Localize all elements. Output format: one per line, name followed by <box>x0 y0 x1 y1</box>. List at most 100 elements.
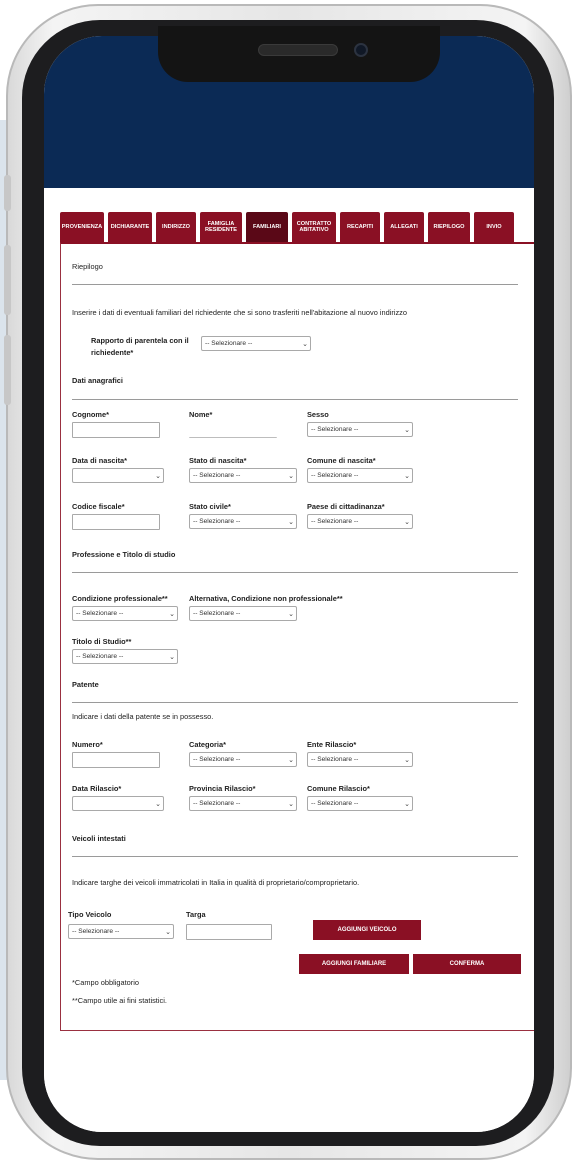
divider <box>72 284 518 285</box>
condizione-non-prof-select-value: -- Selezionare -- <box>193 610 241 617</box>
data-rilascio-select[interactable]: ⌄ <box>72 796 164 811</box>
codice-fiscale-label: Codice fiscale* <box>72 502 125 511</box>
aggiungi-familiare-button[interactable]: AGGIUNGI FAMILIARE <box>299 954 409 974</box>
ente-rilascio-select[interactable]: -- Selezionare -- ⌄ <box>307 752 413 767</box>
condizione-non-prof-select[interactable]: -- Selezionare -- ⌄ <box>189 606 297 621</box>
phone-volume-up-button <box>4 245 11 315</box>
chevron-down-icon: ⌄ <box>288 472 294 480</box>
numero-input[interactable] <box>72 752 160 768</box>
front-camera <box>354 43 368 57</box>
intro-text: Inserire i dati di eventuali familiari d… <box>72 308 407 317</box>
comune-rilascio-label: Comune Rilascio* <box>307 784 370 793</box>
comune-nascita-label: Comune di nascita* <box>307 456 376 465</box>
rapporto-select-value: -- Selezionare -- <box>205 340 253 347</box>
phone-side-button <box>4 175 11 211</box>
tab-riepilogo[interactable]: RIEPILOGO <box>428 212 470 242</box>
divider <box>72 702 518 703</box>
tab-indirizzo[interactable]: INDIRIZZO <box>156 212 196 242</box>
divider <box>72 399 518 400</box>
nome-label: Nome* <box>189 410 213 419</box>
stato-nascita-select-value: -- Selezionare -- <box>193 472 241 479</box>
provincia-rilascio-label: Provincia Rilascio* <box>189 784 256 793</box>
titolo-studio-select[interactable]: -- Selezionare -- ⌄ <box>72 649 178 664</box>
divider <box>72 856 518 857</box>
stato-civile-select[interactable]: -- Selezionare -- ⌄ <box>189 514 297 529</box>
provincia-rilascio-select[interactable]: -- Selezionare -- ⌄ <box>189 796 297 811</box>
section-veicoli-intestati: Veicoli intestati <box>72 834 126 843</box>
section-title-riepilogo: Riepilogo <box>72 262 103 271</box>
note-obbligatorio: *Campo obbligatorio <box>72 978 139 987</box>
chevron-down-icon: ⌄ <box>302 340 308 348</box>
phone-screen: PROVENIENZA DICHIARANTE INDIRIZZO FAMIGL… <box>44 36 534 1132</box>
stato-nascita-select[interactable]: -- Selezionare -- ⌄ <box>189 468 297 483</box>
data-nascita-select[interactable]: ⌄ <box>72 468 164 483</box>
chevron-down-icon: ⌄ <box>155 472 161 480</box>
tab-famiglia-residente[interactable]: FAMIGLIA RESIDENTE <box>200 212 242 242</box>
chevron-down-icon: ⌄ <box>169 610 175 618</box>
sesso-select-value: -- Selezionare -- <box>311 426 359 433</box>
patente-intro: Indicare i dati della patente se in poss… <box>72 712 214 721</box>
chevron-down-icon: ⌄ <box>288 518 294 526</box>
section-dati-anagrafici: Dati anagrafici <box>72 376 123 385</box>
stato-civile-select-value: -- Selezionare -- <box>193 518 241 525</box>
note-statistici: **Campo utile ai fini statistici. <box>72 996 167 1005</box>
tab-dichiarante[interactable]: DICHIARANTE <box>108 212 152 242</box>
tab-allegati[interactable]: ALLEGATI <box>384 212 424 242</box>
ente-rilascio-select-value: -- Selezionare -- <box>311 756 359 763</box>
tab-contratto-abitativo[interactable]: CONTRATTO ABITATIVO <box>292 212 336 242</box>
condizione-non-prof-label: Alternativa, Condizione non professional… <box>189 594 343 603</box>
phone-volume-down-button <box>4 335 11 405</box>
chevron-down-icon: ⌄ <box>404 800 410 808</box>
screen-bottom-area <box>44 1042 534 1132</box>
condizione-prof-select[interactable]: -- Selezionare -- ⌄ <box>72 606 178 621</box>
numero-label: Numero* <box>72 740 103 749</box>
wizard-tabs: PROVENIENZA DICHIARANTE INDIRIZZO FAMIGL… <box>60 212 530 242</box>
section-professione-titolo: Professione e Titolo di studio <box>72 550 176 559</box>
chevron-down-icon: ⌄ <box>169 653 175 661</box>
paese-cittadinanza-select-value: -- Selezionare -- <box>311 518 359 525</box>
rapporto-label: Rapporto di parentela con il <box>91 336 189 345</box>
targa-label: Targa <box>186 910 206 919</box>
chevron-down-icon: ⌄ <box>165 928 171 936</box>
codice-fiscale-input[interactable] <box>72 514 160 530</box>
tab-provenienza[interactable]: PROVENIENZA <box>60 212 104 242</box>
conferma-button[interactable]: CONFERMA <box>413 954 521 974</box>
condizione-prof-select-value: -- Selezionare -- <box>76 610 124 617</box>
chevron-down-icon: ⌄ <box>404 426 410 434</box>
stato-civile-label: Stato civile* <box>189 502 231 511</box>
rapporto-select[interactable]: -- Selezionare -- ⌄ <box>201 336 311 351</box>
chevron-down-icon: ⌄ <box>155 800 161 808</box>
condizione-prof-label: Condizione professionale** <box>72 594 168 603</box>
chevron-down-icon: ⌄ <box>288 610 294 618</box>
sesso-select[interactable]: -- Selezionare -- ⌄ <box>307 422 413 437</box>
targa-input[interactable] <box>186 924 272 940</box>
comune-rilascio-select[interactable]: -- Selezionare -- ⌄ <box>307 796 413 811</box>
comune-nascita-select[interactable]: -- Selezionare -- ⌄ <box>307 468 413 483</box>
tipo-veicolo-select-value: -- Selezionare -- <box>72 928 120 935</box>
data-rilascio-label: Data Rilascio* <box>72 784 122 793</box>
aggiungi-veicolo-button[interactable]: AGGIUNGI VEICOLO <box>313 920 421 940</box>
tab-familiari[interactable]: FAMILIARI <box>246 212 288 242</box>
chevron-down-icon: ⌄ <box>404 472 410 480</box>
chevron-down-icon: ⌄ <box>288 800 294 808</box>
veicoli-intro: Indicare targhe dei veicoli immatricolat… <box>72 878 360 887</box>
categoria-select[interactable]: -- Selezionare -- ⌄ <box>189 752 297 767</box>
categoria-select-value: -- Selezionare -- <box>193 756 241 763</box>
chevron-down-icon: ⌄ <box>288 756 294 764</box>
cognome-input[interactable] <box>72 422 160 438</box>
categoria-label: Categoria* <box>189 740 226 749</box>
paese-cittadinanza-select[interactable]: -- Selezionare -- ⌄ <box>307 514 413 529</box>
tipo-veicolo-label: Tipo Veicolo <box>68 910 112 919</box>
ente-rilascio-label: Ente Rilascio* <box>307 740 357 749</box>
phone-notch <box>158 26 440 82</box>
comune-nascita-select-value: -- Selezionare -- <box>311 472 359 479</box>
familiari-form: Riepilogo Inserire i dati di eventuali f… <box>60 242 534 1031</box>
tab-invio[interactable]: INVIO <box>474 212 514 242</box>
tab-recapiti[interactable]: RECAPITI <box>340 212 380 242</box>
rapporto-label-cont: richiedente* <box>91 348 134 357</box>
data-nascita-label: Data di nascita* <box>72 456 128 465</box>
nome-input[interactable] <box>189 422 277 438</box>
provincia-rilascio-select-value: -- Selezionare -- <box>193 800 241 807</box>
stato-nascita-label: Stato di nascita* <box>189 456 247 465</box>
tipo-veicolo-select[interactable]: -- Selezionare -- ⌄ <box>68 924 174 939</box>
